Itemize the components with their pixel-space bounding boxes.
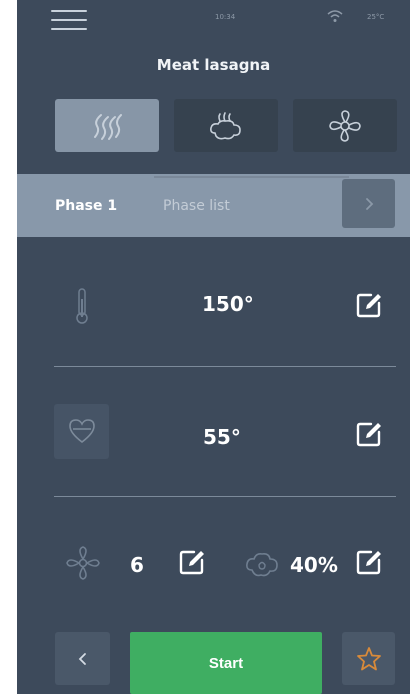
favorite-button[interactable]	[342, 632, 395, 685]
phase-indicator-line	[154, 176, 349, 178]
chevron-left-icon	[78, 652, 86, 665]
back-button[interactable]	[55, 632, 110, 685]
clock: 10:34	[215, 13, 236, 21]
tab-combi[interactable]	[293, 99, 397, 152]
recipe-title: Meat lasagna	[156, 56, 271, 74]
tab-phase-list[interactable]: Phase list	[163, 198, 230, 214]
humidity-icon	[246, 553, 278, 577]
heart-probe-icon	[69, 419, 95, 444]
fan-icon	[66, 546, 100, 580]
divider	[54, 366, 396, 367]
thermometer-icon	[71, 286, 93, 326]
edit-fan-speed-icon[interactable]	[177, 547, 207, 577]
edit-core-probe-icon[interactable]	[354, 419, 384, 449]
temperature-value: 150°	[202, 292, 254, 316]
edit-temperature-icon[interactable]	[354, 290, 384, 320]
oven-screen: 10:34 25°C Meat lasagna Phase 1 Phase li…	[17, 0, 410, 694]
wifi-icon	[327, 10, 343, 22]
tab-phase-1[interactable]: Phase 1	[55, 198, 117, 214]
ambient-temperature: 25°C	[367, 13, 385, 21]
divider	[54, 496, 396, 497]
fan-speed-value: 6	[130, 553, 144, 577]
start-button[interactable]: Start	[130, 632, 322, 694]
steam-icon	[210, 111, 241, 139]
tab-steam[interactable]	[174, 99, 278, 152]
chevron-right-icon	[365, 197, 373, 210]
edit-humidity-icon[interactable]	[354, 547, 384, 577]
next-phase-button[interactable]	[342, 179, 395, 228]
hamburger-menu-icon[interactable]	[51, 10, 87, 32]
star-icon	[356, 646, 381, 670]
fan-flower-icon	[329, 109, 361, 142]
humidity-value: 40%	[290, 553, 338, 577]
core-probe-value: 55°	[203, 425, 241, 449]
status-bar: 10:34 25°C	[17, 0, 410, 38]
heat-waves-icon	[94, 113, 122, 140]
tab-convection[interactable]	[55, 99, 159, 152]
